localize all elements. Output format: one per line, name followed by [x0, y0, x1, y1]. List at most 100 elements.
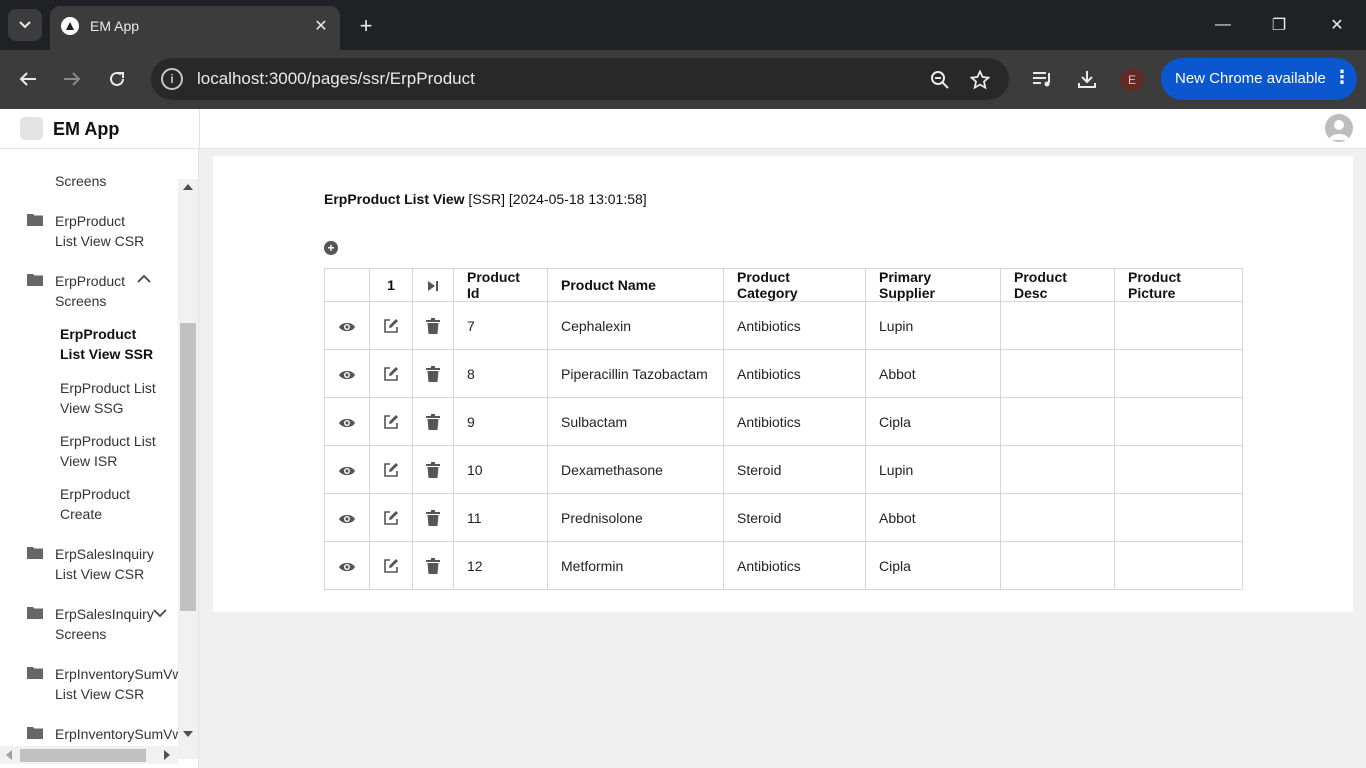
page-number[interactable]: 1 [369, 268, 413, 302]
sidebar-subitem-label: View SSG [60, 400, 124, 416]
sidebar-item-erpproduct-screens[interactable]: ErpProduct Screens [55, 271, 125, 311]
sidebar-vertical-scrollbar[interactable] [178, 179, 198, 759]
chevron-up-icon[interactable] [137, 274, 151, 283]
cell-product-name: Metformin [547, 541, 724, 590]
scroll-up-arrow-icon[interactable] [183, 184, 193, 190]
view-button[interactable] [324, 541, 370, 590]
column-header[interactable]: Product Id [453, 268, 548, 302]
delete-button[interactable] [412, 301, 454, 350]
edit-icon [384, 559, 398, 573]
browser-tab[interactable]: EM App ✕ [50, 6, 340, 50]
edit-button[interactable] [369, 541, 413, 590]
view-eye-icon [339, 418, 355, 427]
more-vert-icon[interactable]: ⋮ [1333, 67, 1351, 88]
column-header[interactable]: Product Name [547, 268, 724, 302]
scroll-down-arrow-icon[interactable] [183, 731, 193, 737]
cell-product-category: Steroid [723, 493, 866, 542]
delete-button[interactable] [412, 397, 454, 446]
edit-button[interactable] [369, 445, 413, 494]
sidebar-item-label: Screens [55, 626, 107, 642]
column-header[interactable]: Primary Supplier [865, 268, 1001, 302]
chrome-update-button[interactable]: New Chrome available ⋮ [1161, 58, 1357, 100]
back-button[interactable] [13, 64, 43, 94]
forward-button[interactable] [57, 64, 87, 94]
trash-icon [426, 366, 440, 383]
scroll-right-arrow-icon[interactable] [164, 750, 170, 760]
sidebar-item-label: ErpProduct [55, 273, 126, 289]
cell-product-desc [1000, 541, 1115, 590]
edit-button[interactable] [369, 397, 413, 446]
header-blank [324, 268, 370, 302]
view-button[interactable] [324, 493, 370, 542]
cell-product-id: 7 [453, 301, 548, 350]
column-header[interactable]: Product Desc [1000, 268, 1115, 302]
trash-icon [426, 318, 440, 335]
sidebar-item-erpsalesinquiry-list-csr[interactable]: ErpSalesInquiry List View CSR [55, 544, 154, 584]
add-record-icon[interactable]: + [324, 241, 338, 255]
scroll-left-arrow-icon[interactable] [6, 750, 12, 760]
sidebar-item-erpinventorysumvw-list-csr[interactable]: ErpInventorySumVw List View CSR [55, 664, 178, 704]
content-card: ErpProduct List View [SSR] [2024-05-18 1… [213, 156, 1353, 612]
reload-icon [110, 71, 124, 86]
folder-icon [27, 274, 43, 286]
table-row: 10 Dexamethasone Steroid Lupin [324, 445, 1243, 494]
sidebar-horizontal-scrollbar[interactable] [0, 746, 178, 764]
bookmark-star-icon[interactable] [968, 68, 992, 92]
sidebar-item-erpsalesinquiry-screens[interactable]: ErpSalesInquiry Screens [55, 604, 154, 644]
chevron-down-icon [19, 21, 31, 29]
header-divider [199, 109, 200, 149]
restore-icon[interactable]: ❐ [1256, 10, 1302, 40]
chevron-down-icon[interactable] [153, 609, 167, 618]
close-window-icon[interactable]: ✕ [1314, 10, 1360, 40]
view-button[interactable] [324, 397, 370, 446]
address-bar[interactable]: i localhost:3000/pages/ssr/ErpProduct [151, 58, 1009, 100]
zoom-icon[interactable] [928, 68, 952, 92]
arrow-left-icon [19, 72, 36, 86]
folder-icon [27, 547, 43, 559]
sidebar-item-erpproduct-list-csr[interactable]: ErpProduct List View CSR [55, 211, 144, 251]
delete-button[interactable] [412, 349, 454, 398]
delete-button[interactable] [412, 541, 454, 590]
sidebar-subitem-list-view-ssr[interactable]: ErpProduct List View SSR [60, 324, 153, 364]
url-text: localhost:3000/pages/ssr/ErpProduct [197, 69, 475, 88]
trash-icon [426, 510, 440, 527]
view-button[interactable] [324, 301, 370, 350]
tab-search-button[interactable] [8, 9, 42, 41]
edit-button[interactable] [369, 349, 413, 398]
downloads-icon[interactable] [1074, 66, 1100, 92]
edit-button[interactable] [369, 301, 413, 350]
reload-button[interactable] [102, 64, 132, 94]
column-header[interactable]: Product Category [723, 268, 866, 302]
user-account-icon[interactable] [1325, 114, 1353, 142]
site-info-icon[interactable]: i [161, 68, 183, 90]
cell-product-desc [1000, 349, 1115, 398]
delete-button[interactable] [412, 445, 454, 494]
sidebar-item-screens[interactable]: List View CSR Screens [55, 171, 106, 191]
media-controls-icon[interactable] [1030, 66, 1056, 92]
sidebar-subitem-create[interactable]: ErpProduct Create [60, 484, 130, 524]
cell-product-picture [1114, 301, 1243, 350]
new-tab-button[interactable]: + [352, 12, 380, 40]
view-button[interactable] [324, 445, 370, 494]
vertical-scroll-thumb[interactable] [180, 323, 196, 611]
column-header[interactable]: Product Picture [1114, 268, 1243, 302]
horizontal-scroll-thumb[interactable] [20, 749, 146, 762]
profile-avatar[interactable]: E [1120, 68, 1144, 92]
edit-button[interactable] [369, 493, 413, 542]
last-page-button[interactable] [412, 268, 454, 302]
cell-product-id: 8 [453, 349, 548, 398]
sidebar-subitem-list-view-ssg[interactable]: ErpProduct List View SSG [60, 378, 156, 418]
view-button[interactable] [324, 349, 370, 398]
minimize-icon[interactable]: — [1200, 10, 1246, 40]
table-row: 11 Prednisolone Steroid Abbot [324, 493, 1243, 542]
sidebar-subitem-list-view-isr[interactable]: ErpProduct List View ISR [60, 431, 156, 471]
table-row: 12 Metformin Antibiotics Cipla [324, 541, 1243, 590]
sidebar-item-erpinventorysumvw[interactable]: ErpInventorySumVw [55, 724, 178, 744]
sidebar-item-label: List View CSR [55, 566, 145, 582]
cell-product-id: 10 [453, 445, 548, 494]
delete-button[interactable] [412, 493, 454, 542]
cell-product-name: Cephalexin [547, 301, 724, 350]
tab-close-icon[interactable]: ✕ [310, 15, 332, 37]
cell-product-desc [1000, 301, 1115, 350]
browser-toolbar: i localhost:3000/pages/ssr/ErpProduct Ne… [0, 50, 1366, 109]
